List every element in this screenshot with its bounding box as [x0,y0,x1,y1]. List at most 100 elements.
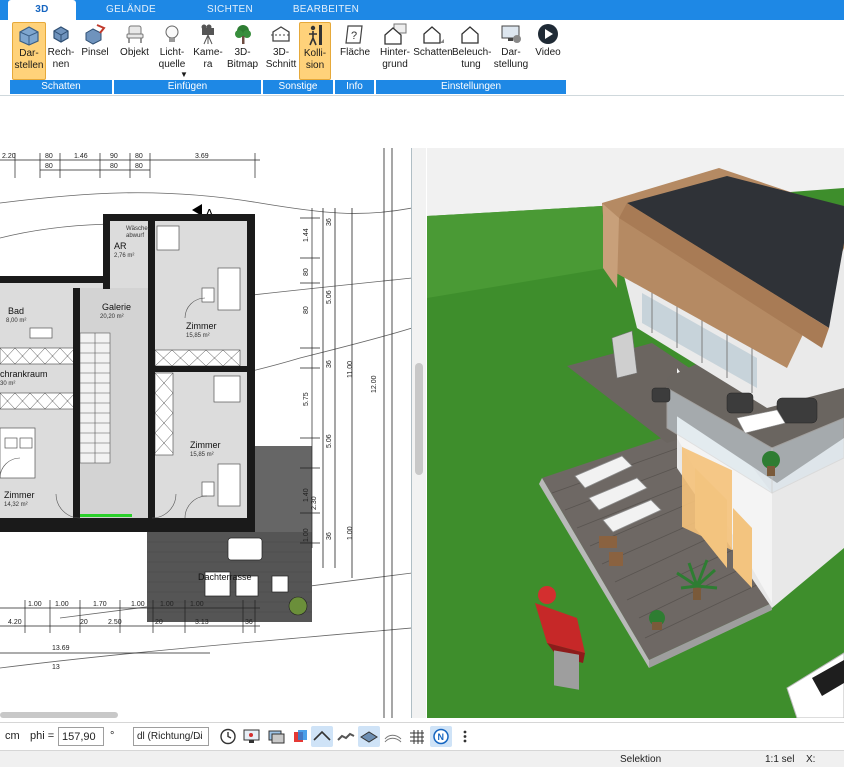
3d-schnitt-button[interactable]: 3D- Schnitt [264,22,298,80]
darstellen-label: Dar- stellen [14,48,44,71]
pinsel-button[interactable]: Pinsel [79,22,111,80]
floor-plan-view[interactable]: 2.20 80 1.46 90 80 3.69 80 80 80 A AR 2,… [0,148,412,718]
dim-top-2: 1.46 [74,153,88,160]
phi-input[interactable] [58,727,104,746]
lightbulb-icon [165,25,179,42]
group-einfuegen: Einfügen [114,80,261,94]
dim-right-0: 36 [326,218,333,226]
plan-vertical-scrollbar[interactable] [412,148,426,718]
dim-bottom2-5: 36 [245,619,253,626]
grid-icon[interactable] [406,726,428,747]
tree-icon [234,25,251,44]
3d-bitmap-label: 3D- Bitmap [226,47,259,70]
group-sonstige: Sonstige [263,80,333,94]
cube-calc-icon [53,26,69,43]
chair-icon [126,25,143,43]
tab-sichten[interactable]: SICHTEN [190,0,270,20]
rechnen-button[interactable]: Rech- nen [47,22,75,80]
darstellung-button[interactable]: Dar- stellung [492,22,530,80]
section-icon [271,26,291,42]
dim-right-5: 5.75 [303,392,310,406]
dim-top2-2: 80 [135,163,143,170]
tab-3d[interactable]: 3D [8,0,76,20]
ribbon-tabbar: 3D GELÄNDE SICHTEN BEARBEITEN [0,0,844,20]
clock-icon[interactable] [217,726,239,747]
north-icon[interactable]: N [430,726,452,747]
stairs-icon[interactable] [335,726,357,747]
dim-bottom-1: 1.00 [55,601,69,608]
room-name-schrankraum: chrankraum [0,369,48,379]
video-label: Video [535,47,561,58]
dim-right-outer-2: 1.00 [347,526,354,540]
dim-top-1: 80 [45,153,53,160]
chevron-down-icon: ⌵ [196,732,203,741]
dim-right-6: 5.06 [326,434,333,448]
3d-view[interactable] [427,148,844,718]
floor-icon[interactable] [358,726,380,747]
layers-icon[interactable] [265,726,287,747]
kamera-button[interactable]: Kame- ra [192,22,224,80]
objekt-button[interactable]: Objekt [118,22,151,80]
play-icon [538,24,558,44]
plant-symbol [288,596,308,616]
room-area-zimmer-1: 15,85 m² [186,333,210,339]
dim-right-outer-4: 1.40 [303,488,310,502]
room-name-zimmer-3: Zimmer [4,490,35,500]
dim-top-0: 2.20 [2,153,16,160]
roof-icon[interactable] [311,726,333,747]
tab-gelaende[interactable]: GELÄNDE [92,0,170,20]
tab-bearbeiten[interactable]: BEARBEITEN [290,0,362,20]
monitor-settings-icon [501,25,521,43]
dim-bottom-5: 1.00 [190,601,204,608]
svg-text:?: ? [351,30,357,42]
monitor-icon[interactable] [241,726,263,747]
kamera-label: Kame- ra [193,47,223,70]
schatten-button[interactable]: Schatten [413,22,453,80]
3d-bitmap-button[interactable]: 3D- Bitmap [225,22,260,80]
hintergrund-label: Hinter- grund [379,47,410,70]
ribbon: Dar- stellen Rech- nen Pinsel Schatten O… [0,20,844,96]
lichtquelle-label: Licht- quelle [158,47,186,70]
room-area-galerie: 20,20 m² [100,314,124,320]
dim-bottom-0: 1.00 [28,601,42,608]
terrain-icon[interactable] [382,726,404,747]
dim-bottom2-2: 2.50 [108,619,122,626]
dim-bottom-total: 13.69 [52,645,70,652]
brush-cube-icon [85,24,106,45]
scrollbar-thumb[interactable] [415,363,423,475]
more-icon[interactable] [458,726,472,747]
video-button[interactable]: Video [532,22,564,80]
paint-bucket-icon[interactable] [289,726,311,747]
dim-right-outer-0: 11.00 [347,361,354,378]
plan-horizontal-scrollbar[interactable] [0,712,118,718]
beleuchtung-button[interactable]: Beleuch- tung [452,22,491,80]
dim-bottom2-0: 4.20 [8,619,22,626]
status-scale: 1:1 sel [765,754,795,765]
dim-top-5: 3.69 [195,153,209,160]
dim-right-outer-1: 12.00 [371,375,378,393]
darstellen-button[interactable]: Dar- stellen [12,22,46,80]
room-name-zimmer-1: Zimmer [186,321,217,331]
dim-bottom-3: 1.00 [131,601,145,608]
lichtquelle-button[interactable]: Licht- quelle ▼ [154,22,190,80]
darstellung-label: Dar- stellung [493,47,529,70]
dim-bottom2-4: 3.13 [195,619,209,626]
svg-text:N: N [438,732,445,742]
dim-bottom2-3: 20 [155,619,163,626]
unit-label: cm [5,730,20,742]
house-shadow-icon [423,26,444,44]
kollision-button[interactable]: Kolli- sion [299,22,331,80]
room-area-zimmer-2: 15,85 m² [190,452,214,458]
dim-right-2: 80 [303,268,310,276]
camera-icon [201,24,214,45]
dim-right-outer-5: 1.00 [303,528,310,542]
rechnen-label: Rech- nen [47,47,75,70]
room-name-ar: AR [114,241,127,251]
flaeche-button[interactable]: ? Fläche [337,22,373,80]
hintergrund-button[interactable]: Hinter- grund [377,22,413,80]
room-area-bad: 8,00 m² [6,318,26,324]
room-area-ar: 2,76 m² [114,253,134,259]
dim-right-7: 36 [326,360,333,368]
floor-plan-drawing: 2.20 80 1.46 90 80 3.69 80 80 80 A AR 2,… [0,148,411,718]
flaeche-label: Fläche [339,47,370,58]
